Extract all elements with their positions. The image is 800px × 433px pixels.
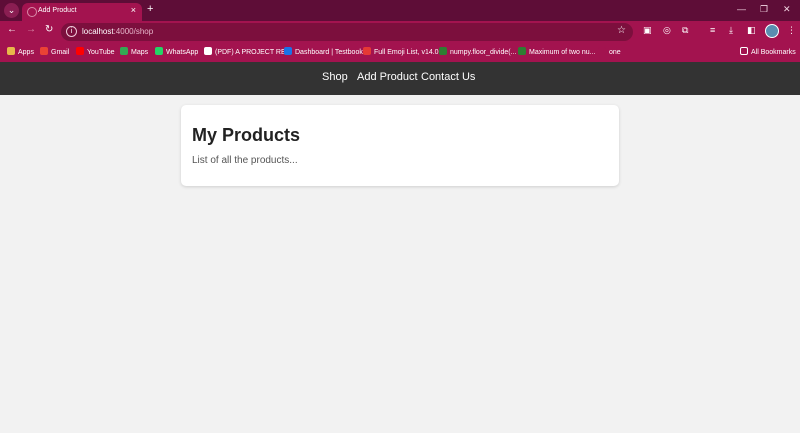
maps-icon <box>120 47 128 55</box>
bookmark-pdf[interactable]: (PDF) A PROJECT RE... <box>204 47 292 56</box>
bookmark-whatsapp[interactable]: WhatsApp <box>155 47 198 56</box>
bookmark-numpy[interactable]: numpy.floor_divide(... <box>439 47 516 56</box>
browser-toolbar: ← → ↻ i localhost:4000/shop ☆ ▣ ◎ ⧉ ≡ ⤓ … <box>0 21 800 43</box>
bookmark-maximum[interactable]: Maximum of two nu... <box>518 47 596 56</box>
whatsapp-icon <box>155 47 163 55</box>
bookmark-apps[interactable]: Apps <box>7 47 34 56</box>
page-title: My Products <box>192 125 301 145</box>
site-navbar: Shop Add Product Contact Us <box>0 62 800 95</box>
bookmark-icon <box>598 47 606 55</box>
bookmark-testbook[interactable]: Dashboard | Testbook <box>284 47 363 56</box>
download-icon[interactable]: ⤓ <box>729 25 733 36</box>
bookmark-emoji[interactable]: Full Emoji List, v14.0 <box>363 47 439 56</box>
site-info-icon[interactable]: i <box>66 26 77 37</box>
bookmark-star-icon[interactable]: ☆ <box>617 25 626 36</box>
gfg-icon <box>518 47 526 55</box>
media-icon[interactable]: ≡ <box>710 25 715 35</box>
bookmark-gmail[interactable]: Gmail <box>40 47 69 56</box>
bookmark-one[interactable]: one <box>598 47 621 56</box>
nav-link-contact-us[interactable]: Contact Us <box>421 71 475 83</box>
bookmarks-bar: Apps Gmail YouTube Maps WhatsApp (PDF) A… <box>0 43 800 62</box>
puzzle-icon[interactable]: ⧉ <box>682 25 688 36</box>
reload-icon[interactable]: ↻ <box>45 24 53 35</box>
close-window-icon[interactable]: ✕ <box>783 4 791 15</box>
restore-icon[interactable]: ❐ <box>760 4 768 15</box>
unicode-icon <box>363 47 371 55</box>
side-panel-icon[interactable]: ◧ <box>747 25 756 36</box>
bookmark-youtube[interactable]: YouTube <box>76 47 115 56</box>
tab-search-icon[interactable]: ⌄ <box>4 3 19 18</box>
bookmark-maps[interactable]: Maps <box>120 47 148 56</box>
extension-icon[interactable]: ▣ <box>643 25 652 36</box>
all-bookmarks[interactable]: All Bookmarks <box>740 47 796 56</box>
menu-icon[interactable]: ⋮ <box>787 25 796 36</box>
chrome-icon[interactable]: ◎ <box>663 25 671 36</box>
nav-link-add-product[interactable]: Add Product <box>357 71 418 83</box>
youtube-icon <box>76 47 84 55</box>
browser-tab[interactable]: Add Product × <box>22 3 142 21</box>
tab-title: Add Product <box>38 7 77 14</box>
gmail-icon <box>40 47 48 55</box>
address-bar[interactable]: i localhost:4000/shop ☆ <box>61 23 633 41</box>
tab-strip: ⌄ Add Product × + — ❐ ✕ <box>0 0 800 21</box>
folder-icon <box>740 47 748 55</box>
apps-grid-icon <box>7 47 15 55</box>
globe-icon <box>27 7 37 17</box>
nav-link-shop[interactable]: Shop <box>322 71 348 83</box>
minimize-icon[interactable]: — <box>737 4 746 14</box>
pdf-icon <box>204 47 212 55</box>
products-subtitle: List of all the products... <box>192 155 298 166</box>
new-tab-button[interactable]: + <box>147 3 153 15</box>
back-icon[interactable]: ← <box>7 24 17 35</box>
testbook-icon <box>284 47 292 55</box>
forward-icon[interactable]: → <box>26 24 36 35</box>
profile-avatar[interactable] <box>765 24 779 38</box>
numpy-icon <box>439 47 447 55</box>
products-card: My Products List of all the products... <box>181 105 619 186</box>
close-tab-icon[interactable]: × <box>131 5 136 15</box>
url-text[interactable]: localhost:4000/shop <box>82 27 153 36</box>
